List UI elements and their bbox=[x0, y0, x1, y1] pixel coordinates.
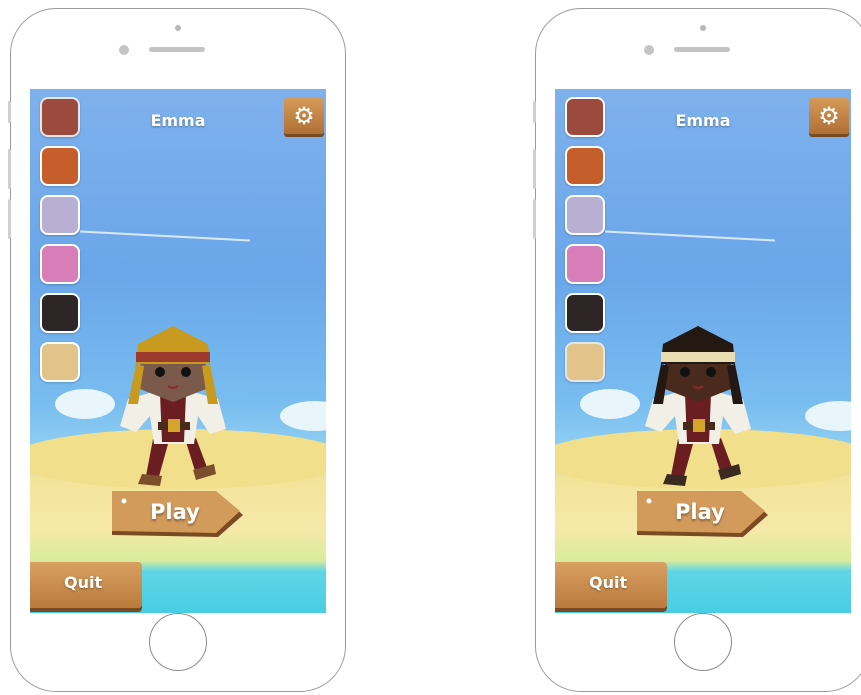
volume-down-button bbox=[533, 199, 536, 239]
quit-button[interactable]: Quit bbox=[555, 562, 667, 608]
color-palette bbox=[565, 97, 607, 391]
sky-streak bbox=[605, 230, 775, 242]
play-button[interactable]: Play bbox=[110, 489, 245, 541]
gear-icon: ⚙ bbox=[818, 102, 840, 130]
player-name: Emma bbox=[150, 111, 206, 130]
color-palette bbox=[40, 97, 82, 391]
pirate-avatar bbox=[120, 326, 226, 486]
phone-frame-left: Emma ⚙ Play Quit bbox=[8, 8, 346, 692]
phone-frame-right: Emma ⚙ Play Quit bbox=[533, 8, 861, 692]
color-swatch-orange[interactable] bbox=[40, 146, 80, 186]
mute-switch bbox=[533, 101, 536, 123]
volume-up-button bbox=[8, 149, 11, 189]
color-swatch-lavender[interactable] bbox=[565, 195, 605, 235]
volume-up-button bbox=[533, 149, 536, 189]
color-swatch-tan[interactable] bbox=[40, 342, 80, 382]
volume-down-button bbox=[8, 199, 11, 239]
color-swatch-lavender[interactable] bbox=[40, 195, 80, 235]
cloud bbox=[280, 401, 326, 431]
bandana bbox=[661, 352, 735, 362]
quit-button[interactable]: Quit bbox=[30, 562, 142, 608]
front-camera bbox=[119, 45, 129, 55]
game-screen: Emma ⚙ Play Quit bbox=[555, 89, 851, 613]
color-swatch-orange[interactable] bbox=[565, 146, 605, 186]
settings-button[interactable]: ⚙ bbox=[809, 98, 849, 134]
camera-dot bbox=[700, 25, 706, 31]
color-swatch-black[interactable] bbox=[40, 293, 80, 333]
quit-label: Quit bbox=[64, 573, 103, 592]
quit-label: Quit bbox=[589, 573, 628, 592]
color-swatch-pink[interactable] bbox=[40, 244, 80, 284]
home-button[interactable] bbox=[149, 613, 207, 671]
pirate-avatar bbox=[645, 326, 751, 486]
game-screen: Emma ⚙ Play Quit bbox=[30, 89, 326, 613]
play-label: Play bbox=[150, 500, 200, 524]
color-swatch-pink[interactable] bbox=[565, 244, 605, 284]
play-button[interactable]: Play bbox=[635, 489, 770, 541]
play-label: Play bbox=[675, 500, 725, 524]
settings-button[interactable]: ⚙ bbox=[284, 98, 324, 134]
earpiece-speaker bbox=[149, 47, 205, 52]
gear-icon: ⚙ bbox=[293, 102, 315, 130]
camera-dot bbox=[175, 25, 181, 31]
front-camera bbox=[644, 45, 654, 55]
sky-streak bbox=[80, 230, 250, 242]
color-swatch-tan[interactable] bbox=[565, 342, 605, 382]
mute-switch bbox=[8, 101, 11, 123]
color-swatch-black[interactable] bbox=[565, 293, 605, 333]
home-button[interactable] bbox=[674, 613, 732, 671]
bandana bbox=[136, 352, 210, 362]
player-name: Emma bbox=[675, 111, 731, 130]
cloud bbox=[805, 401, 851, 431]
earpiece-speaker bbox=[674, 47, 730, 52]
